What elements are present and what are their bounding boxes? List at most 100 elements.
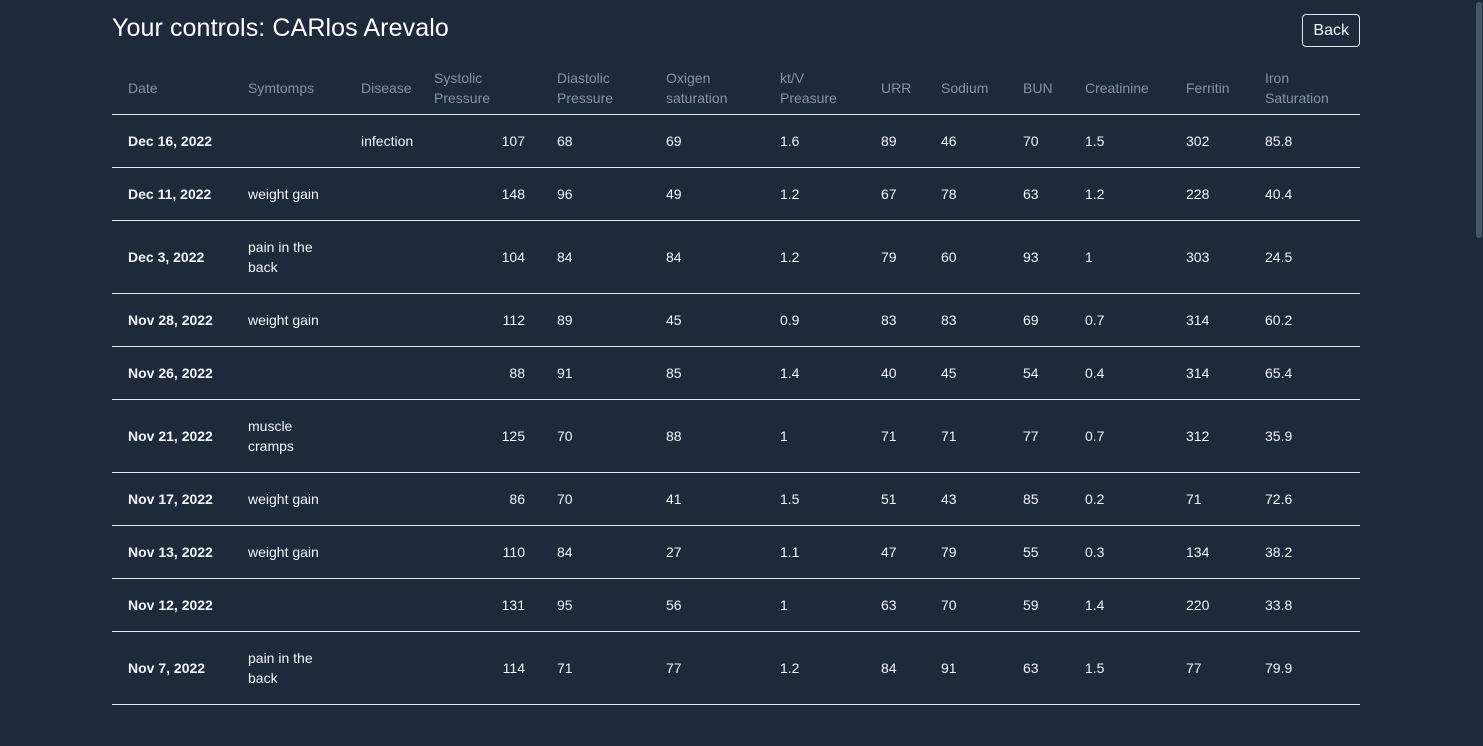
table-cell-systolic-pressure: 86 — [434, 472, 541, 526]
table-cell-diastolic-pressure: 95 — [541, 578, 650, 632]
vertical-scrollbar[interactable] — [1475, 0, 1483, 746]
table-cell-sodium: 43 — [925, 472, 1007, 526]
table-cell-disease: infection — [345, 114, 434, 168]
column-header-7: URR — [865, 62, 925, 115]
table-cell-ferritin: 303 — [1170, 220, 1249, 294]
table-cell-iron-saturation: 38.2 — [1249, 525, 1360, 579]
table-header: Date Symtomps Disease Systolic Pressure Dias… — [112, 62, 1360, 115]
table-cell-diastolic-pressure: 70 — [541, 472, 650, 526]
table-cell-iron-saturation: 85.8 — [1249, 114, 1360, 168]
table-cell-systolic-pressure: 131 — [434, 578, 541, 632]
scrollbar-thumb[interactable] — [1476, 2, 1482, 238]
table-cell-oxigen-saturation: 27 — [650, 525, 764, 579]
table-cell-symtomps — [232, 346, 345, 400]
table-cell-date: Nov 7, 2022 — [112, 631, 232, 705]
table-cell-ferritin: 228 — [1170, 167, 1249, 221]
table-cell-bun: 70 — [1007, 114, 1069, 168]
table-cell-iron-saturation: 35.9 — [1249, 399, 1360, 473]
table-cell-disease — [345, 525, 434, 579]
table-cell-iron-saturation: 65.4 — [1249, 346, 1360, 400]
table-cell-creatinine: 0.7 — [1069, 293, 1170, 347]
table-cell-bun: 85 — [1007, 472, 1069, 526]
table-cell-ferritin: 71 — [1170, 472, 1249, 526]
table-cell-ferritin: 302 — [1170, 114, 1249, 168]
table-cell-oxigen-saturation: 45 — [650, 293, 764, 347]
column-header-8: Sodium — [925, 62, 1007, 115]
table-cell-creatinine: 0.2 — [1069, 472, 1170, 526]
table-cell-bun: 54 — [1007, 346, 1069, 400]
table-cell-symtomps: pain in the back — [232, 220, 345, 294]
column-header-6: kt/V Preasure — [764, 62, 865, 115]
table-cell-creatinine: 1 — [1069, 220, 1170, 294]
table-cell-urr: 40 — [865, 346, 925, 400]
table-cell-ferritin: 314 — [1170, 293, 1249, 347]
table-cell-bun: 59 — [1007, 578, 1069, 632]
table-cell-disease — [345, 293, 434, 347]
table-cell-urr: 51 — [865, 472, 925, 526]
table-row: Nov 12, 2022 131 95 56 1 63 70 59 1.4 220 33.8 — [112, 578, 1360, 632]
table-cell-oxigen-saturation: 56 — [650, 578, 764, 632]
back-button[interactable]: Back — [1302, 14, 1360, 47]
table-cell-systolic-pressure: 112 — [434, 293, 541, 347]
table-cell-kt-v-preasure: 1.2 — [764, 167, 865, 221]
table-cell-systolic-pressure: 88 — [434, 346, 541, 400]
table-cell-diastolic-pressure: 71 — [541, 631, 650, 705]
table-cell-sodium: 46 — [925, 114, 1007, 168]
table-cell-symtomps: weight gain — [232, 525, 345, 579]
table-cell-date: Nov 17, 2022 — [112, 472, 232, 526]
table-cell-ferritin: 77 — [1170, 631, 1249, 705]
table-cell-symtomps: weight gain — [232, 472, 345, 526]
table-cell-sodium: 71 — [925, 399, 1007, 473]
table-cell-urr: 89 — [865, 114, 925, 168]
table-cell-systolic-pressure: 125 — [434, 399, 541, 473]
page-title: Your controls: CARlos Arevalo — [112, 14, 449, 42]
table-cell-kt-v-preasure: 1.6 — [764, 114, 865, 168]
table-cell-disease — [345, 399, 434, 473]
table-cell-disease — [345, 578, 434, 632]
table-cell-systolic-pressure: 104 — [434, 220, 541, 294]
table-cell-urr: 84 — [865, 631, 925, 705]
table-cell-sodium: 60 — [925, 220, 1007, 294]
table-cell-ferritin: 134 — [1170, 525, 1249, 579]
table-cell-kt-v-preasure: 1.1 — [764, 525, 865, 579]
table-cell-sodium: 45 — [925, 346, 1007, 400]
table-cell-oxigen-saturation: 41 — [650, 472, 764, 526]
table-row: Nov 17, 2022 weight gain 86 70 41 1.5 51 43 85 0.… — [112, 472, 1360, 526]
table-cell-iron-saturation: 24.5 — [1249, 220, 1360, 294]
table-row: Dec 11, 2022 weight gain 148 96 49 1.2 67 78 63 1… — [112, 167, 1360, 221]
table-cell-diastolic-pressure: 84 — [541, 220, 650, 294]
table-cell-kt-v-preasure: 1 — [764, 578, 865, 632]
table-cell-kt-v-preasure: 0.9 — [764, 293, 865, 347]
table-cell-kt-v-preasure: 1.2 — [764, 220, 865, 294]
table-cell-urr: 83 — [865, 293, 925, 347]
table-cell-urr: 71 — [865, 399, 925, 473]
table-cell-symtomps: weight gain — [232, 167, 345, 221]
table-cell-date: Dec 3, 2022 — [112, 220, 232, 294]
column-header-11: Ferritin — [1170, 62, 1249, 115]
table-cell-creatinine: 1.2 — [1069, 167, 1170, 221]
controls-table: Date Symtomps Disease Systolic Pressure Dias… — [112, 62, 1360, 705]
table-cell-diastolic-pressure: 70 — [541, 399, 650, 473]
page-header: Your controls: CARlos Arevalo Back — [112, 0, 1360, 62]
table-cell-date: Nov 12, 2022 — [112, 578, 232, 632]
table-cell-systolic-pressure: 107 — [434, 114, 541, 168]
table-cell-sodium: 70 — [925, 578, 1007, 632]
table-cell-disease — [345, 346, 434, 400]
table-cell-symtomps: muscle cramps — [232, 399, 345, 473]
table-row: Dec 3, 2022 pain in the back 104 84 84 1.2 79 6… — [112, 220, 1360, 294]
table-cell-systolic-pressure: 148 — [434, 167, 541, 221]
table-cell-oxigen-saturation: 85 — [650, 346, 764, 400]
header-row: Date Symtomps Disease Systolic Pressure Dias… — [112, 62, 1360, 115]
table-cell-symtomps: pain in the back — [232, 631, 345, 705]
table-cell-systolic-pressure: 110 — [434, 525, 541, 579]
column-header-5: Oxigen saturation — [650, 62, 764, 115]
table-cell-symtomps: weight gain — [232, 293, 345, 347]
column-header-2: Disease — [345, 62, 434, 115]
table-cell-date: Nov 26, 2022 — [112, 346, 232, 400]
table-cell-diastolic-pressure: 68 — [541, 114, 650, 168]
table-cell-disease — [345, 631, 434, 705]
table-cell-diastolic-pressure: 84 — [541, 525, 650, 579]
column-header-12: Iron Saturation — [1249, 62, 1360, 115]
column-header-4: Diastolic Pressure — [541, 62, 650, 115]
table-cell-bun: 55 — [1007, 525, 1069, 579]
